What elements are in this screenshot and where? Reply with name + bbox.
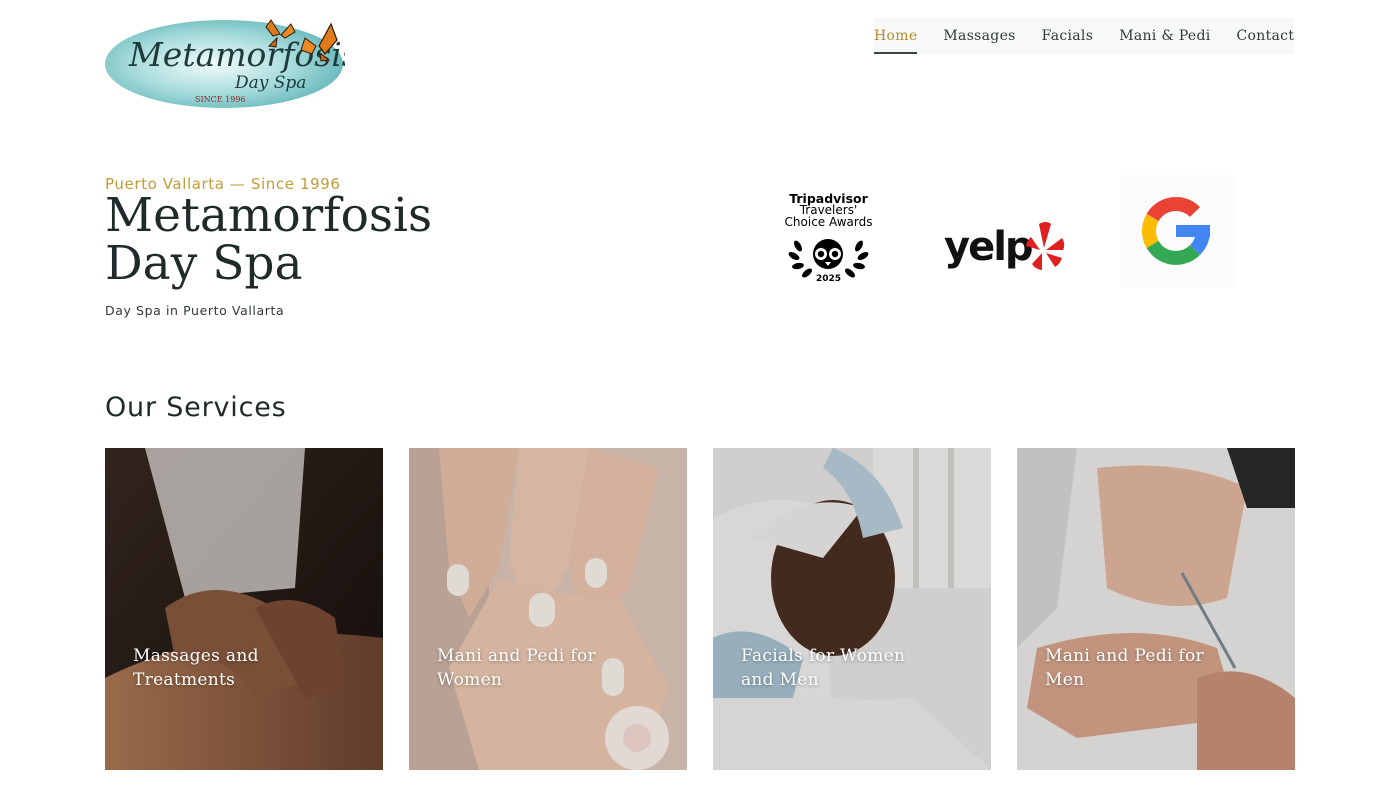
nav-home[interactable]: Home [874, 18, 918, 54]
site-logo[interactable]: Metamorfosis Day Spa SINCE 1996 [105, 16, 345, 112]
massage-photo [105, 448, 383, 770]
tripadvisor-badge[interactable]: Tripadvisor Travelers' Choice Awards 202… [776, 192, 881, 294]
service-card-mani-pedi-women[interactable]: Mani and Pedi for Women [409, 448, 687, 770]
main-nav: Home Massages Facials Mani & Pedi Contac… [874, 18, 1294, 54]
yelp-badge[interactable]: yelp [938, 212, 1070, 282]
nav-massages[interactable]: Massages [943, 18, 1015, 54]
card-label: Mani and Pedi for Women [437, 646, 596, 690]
tripadvisor-owl-icon [788, 239, 869, 278]
nav-contact[interactable]: Contact [1237, 18, 1295, 54]
title-line-2: Day Spa [105, 236, 303, 291]
service-card-mani-pedi-men[interactable]: Mani and Pedi for Men [1017, 448, 1295, 770]
service-card-facials[interactable]: Facials for Women and Men [713, 448, 991, 770]
hero-subtitle: Day Spa in Puerto Vallarta [105, 303, 285, 318]
services-heading: Our Services [105, 392, 287, 423]
mens-manicure-photo [1017, 448, 1295, 770]
page-title: Metamorfosis Day Spa [105, 192, 565, 288]
facial-photo [713, 448, 991, 770]
yelp-wordmark: yelp [944, 224, 1032, 270]
card-label: Facials for Women and Men [741, 646, 906, 690]
card-label: Massages and Treatments [133, 646, 259, 690]
tripadvisor-line-2: Choice Awards [784, 214, 873, 229]
nav-facials[interactable]: Facials [1042, 18, 1094, 54]
google-badge[interactable] [1120, 175, 1233, 288]
service-card-massages[interactable]: Massages and Treatments [105, 448, 383, 770]
yelp-burst-icon [1026, 222, 1065, 270]
title-line-1: Metamorfosis [105, 188, 433, 243]
manicure-photo [409, 448, 687, 770]
logo-name: Metamorfosis [128, 35, 345, 74]
google-g-icon [1142, 196, 1210, 265]
logo-since: SINCE 1996 [195, 95, 246, 104]
logo-sub: Day Spa [234, 73, 306, 93]
nav-mani-pedi[interactable]: Mani & Pedi [1119, 18, 1210, 54]
card-label: Mani and Pedi for Men [1045, 646, 1204, 690]
